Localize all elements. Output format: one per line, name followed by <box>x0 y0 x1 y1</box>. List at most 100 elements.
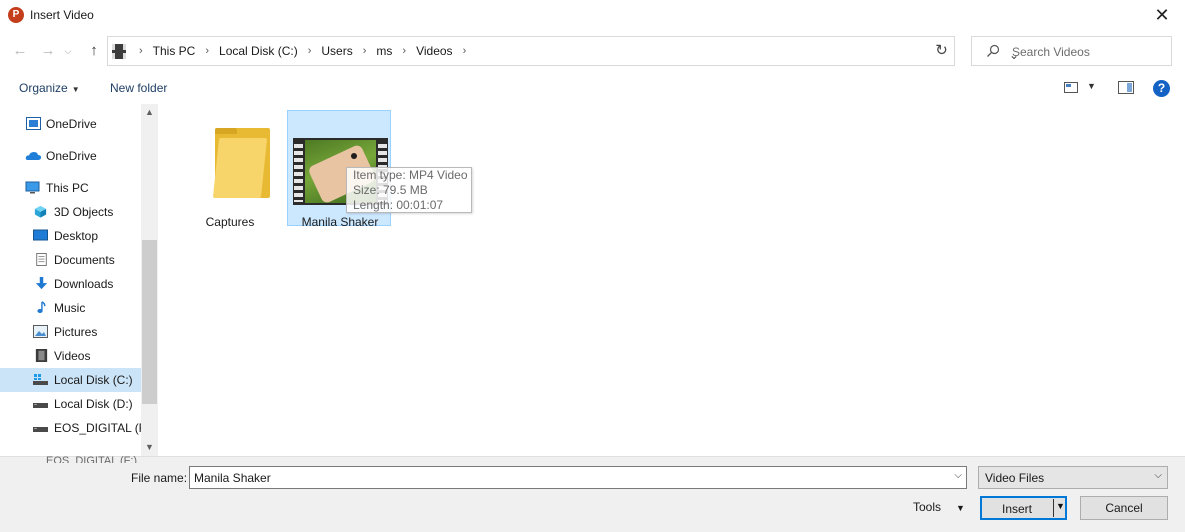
sidebar-item-pictures[interactable]: Pictures <box>0 320 141 344</box>
breadcrumb-separator[interactable]: › <box>132 45 150 57</box>
scroll-thumb[interactable] <box>142 240 157 404</box>
sidebar-item-label: Local Disk (D:) <box>54 397 133 411</box>
sidebar-item-label: Music <box>54 301 86 315</box>
tooltip-item-type: Item type: MP4 Video <box>353 168 468 182</box>
film-strip-icon <box>35 349 48 362</box>
sidebar-item-label: 3D Objects <box>54 205 114 219</box>
scroll-up-icon[interactable]: ▲ <box>141 104 158 121</box>
computer-icon <box>25 181 40 194</box>
sidebar-item-label: Videos <box>54 349 91 363</box>
breadcrumb-local-disk-c[interactable]: Local Disk (C:) <box>216 44 301 58</box>
onedrive-cloud-icon <box>25 152 42 160</box>
tools-button[interactable]: Tools ▼ <box>913 500 965 514</box>
sidebar-item-label: Desktop <box>54 229 99 243</box>
sidebar-item-onedrive-business[interactable]: OneDrive <box>0 112 141 136</box>
breadcrumb-separator[interactable]: › <box>395 45 413 57</box>
sidebar-item-downloads[interactable]: Downloads <box>0 272 141 296</box>
sidebar-item-desktop[interactable]: Desktop <box>0 224 141 248</box>
address-row: ← → ⌵ ↑ › This PC › Local Disk (C:) › Us… <box>0 32 1185 70</box>
help-icon[interactable]: ? <box>1153 80 1170 97</box>
file-tooltip: Item type: MP4 Video Size: 79.5 MB Lengt… <box>346 167 472 213</box>
breadcrumb-ms[interactable]: ms <box>373 44 395 58</box>
breadcrumb-separator[interactable]: › <box>198 45 216 57</box>
camera-lens <box>351 153 357 159</box>
command-bar: Organize ▼ New folder ▼ ? <box>0 72 1185 104</box>
sidebar-item-eos-digital-f[interactable]: EOS_DIGITAL (F:) <box>0 416 153 440</box>
sidebar-item-documents[interactable]: Documents <box>0 248 141 272</box>
file-type-select[interactable]: Video Files ⌵ <box>978 466 1168 489</box>
breadcrumb-users[interactable]: Users <box>318 44 355 58</box>
breadcrumb: › This PC › Local Disk (C:) › Users › ms… <box>132 44 473 58</box>
folder-tab <box>215 128 237 134</box>
window-title: Insert Video <box>30 8 94 22</box>
organize-button[interactable]: Organize ▼ <box>19 81 80 95</box>
file-name-label: Manila Shaker <box>301 215 379 229</box>
insert-button[interactable]: Insert ▼ <box>980 496 1067 520</box>
file-name-input[interactable]: Manila Shaker ⌵ <box>189 466 967 489</box>
file-name-label: File name: <box>131 471 188 485</box>
desktop-icon <box>33 229 48 241</box>
search-box[interactable]: Search Videos <box>971 36 1172 66</box>
breadcrumb-separator[interactable]: › <box>301 45 319 57</box>
file-type-value: Video Files <box>985 471 1045 485</box>
sidebar-item-3d-objects[interactable]: 3D Objects <box>0 200 141 224</box>
cancel-button[interactable]: Cancel <box>1080 496 1168 520</box>
pictures-icon <box>33 325 48 338</box>
sidebar-item-music[interactable]: Music <box>0 296 141 320</box>
new-folder-button[interactable]: New folder <box>110 81 167 95</box>
breadcrumb-videos[interactable]: Videos <box>413 44 455 58</box>
sidebar-item-label: This PC <box>46 181 89 195</box>
title-bar: P Insert Video ✕ <box>0 0 1185 32</box>
sidebar-item-label: EOS_DIGITAL (F:) <box>54 421 154 435</box>
documents-icon <box>36 253 47 266</box>
sidebar-item-this-pc[interactable]: This PC <box>0 176 141 200</box>
sidebar-item-onedrive[interactable]: OneDrive <box>0 144 141 168</box>
up-arrow-icon[interactable]: ↑ <box>84 42 104 60</box>
tools-label: Tools <box>913 500 942 514</box>
videos-folder-icon <box>112 44 126 59</box>
sidebar-item-label: OneDrive <box>46 117 97 131</box>
cube-icon <box>34 205 47 218</box>
folder-front <box>212 138 268 198</box>
address-bar[interactable]: › This PC › Local Disk (C:) › Users › ms… <box>107 36 1019 66</box>
folder-item-captures[interactable]: Captures <box>178 111 282 229</box>
sidebar-item-label: Pictures <box>54 325 98 339</box>
search-icon <box>987 44 1000 57</box>
file-name-value: Manila Shaker <box>194 471 271 485</box>
navigation-pane: OneDrive OneDrive This PC 3D Objects Des… <box>0 104 158 456</box>
breadcrumb-separator[interactable]: › <box>456 45 474 57</box>
chevron-down-icon: ⌵ <box>1154 470 1162 481</box>
change-view-icon[interactable] <box>1064 82 1078 93</box>
organize-label: Organize <box>19 81 68 95</box>
sidebar-item-videos[interactable]: Videos <box>0 344 141 368</box>
sidebar-item-label: Documents <box>54 253 115 267</box>
onedrive-business-icon <box>26 117 41 130</box>
refresh-icon[interactable]: ↻ <box>929 36 955 66</box>
file-name-label: Captures <box>205 215 255 229</box>
tooltip-size: Size: 79.5 MB <box>353 183 428 197</box>
scroll-down-icon[interactable]: ▼ <box>141 439 158 456</box>
forward-arrow-icon[interactable]: → <box>38 42 58 60</box>
music-note-icon <box>37 301 46 313</box>
tooltip-length: Length: 00:01:07 <box>353 198 444 212</box>
breadcrumb-separator[interactable]: › <box>356 45 374 57</box>
sidebar-item-local-disk-c[interactable]: Local Disk (C:) <box>0 368 141 392</box>
powerpoint-icon: P <box>8 7 24 23</box>
preview-pane-icon[interactable] <box>1118 81 1134 94</box>
split-divider <box>1053 499 1054 517</box>
drive-icon <box>33 427 48 432</box>
dialog-footer: EOS_DIGITAL (F:) File name: Manila Shake… <box>0 455 1185 532</box>
file-list: Captures Manila Shaker <box>158 104 1185 456</box>
sidebar-scrollbar[interactable]: ▲ ▼ <box>141 104 158 456</box>
insert-options-chevron-icon[interactable]: ▼ <box>1056 501 1065 511</box>
breadcrumb-this-pc[interactable]: This PC <box>150 44 199 58</box>
film-sprocket-left <box>294 141 303 202</box>
search-placeholder: Search Videos <box>1012 45 1090 59</box>
close-icon[interactable]: ✕ <box>1139 0 1185 32</box>
view-options-chevron-icon[interactable]: ▼ <box>1087 81 1096 91</box>
chevron-down-icon[interactable]: ⌵ <box>954 470 962 481</box>
recent-locations-chevron-icon[interactable]: ⌵ <box>58 42 78 60</box>
sidebar-item-local-disk-d[interactable]: Local Disk (D:) <box>0 392 141 416</box>
insert-label: Insert <box>1001 502 1032 516</box>
back-arrow-icon[interactable]: ← <box>10 42 30 60</box>
